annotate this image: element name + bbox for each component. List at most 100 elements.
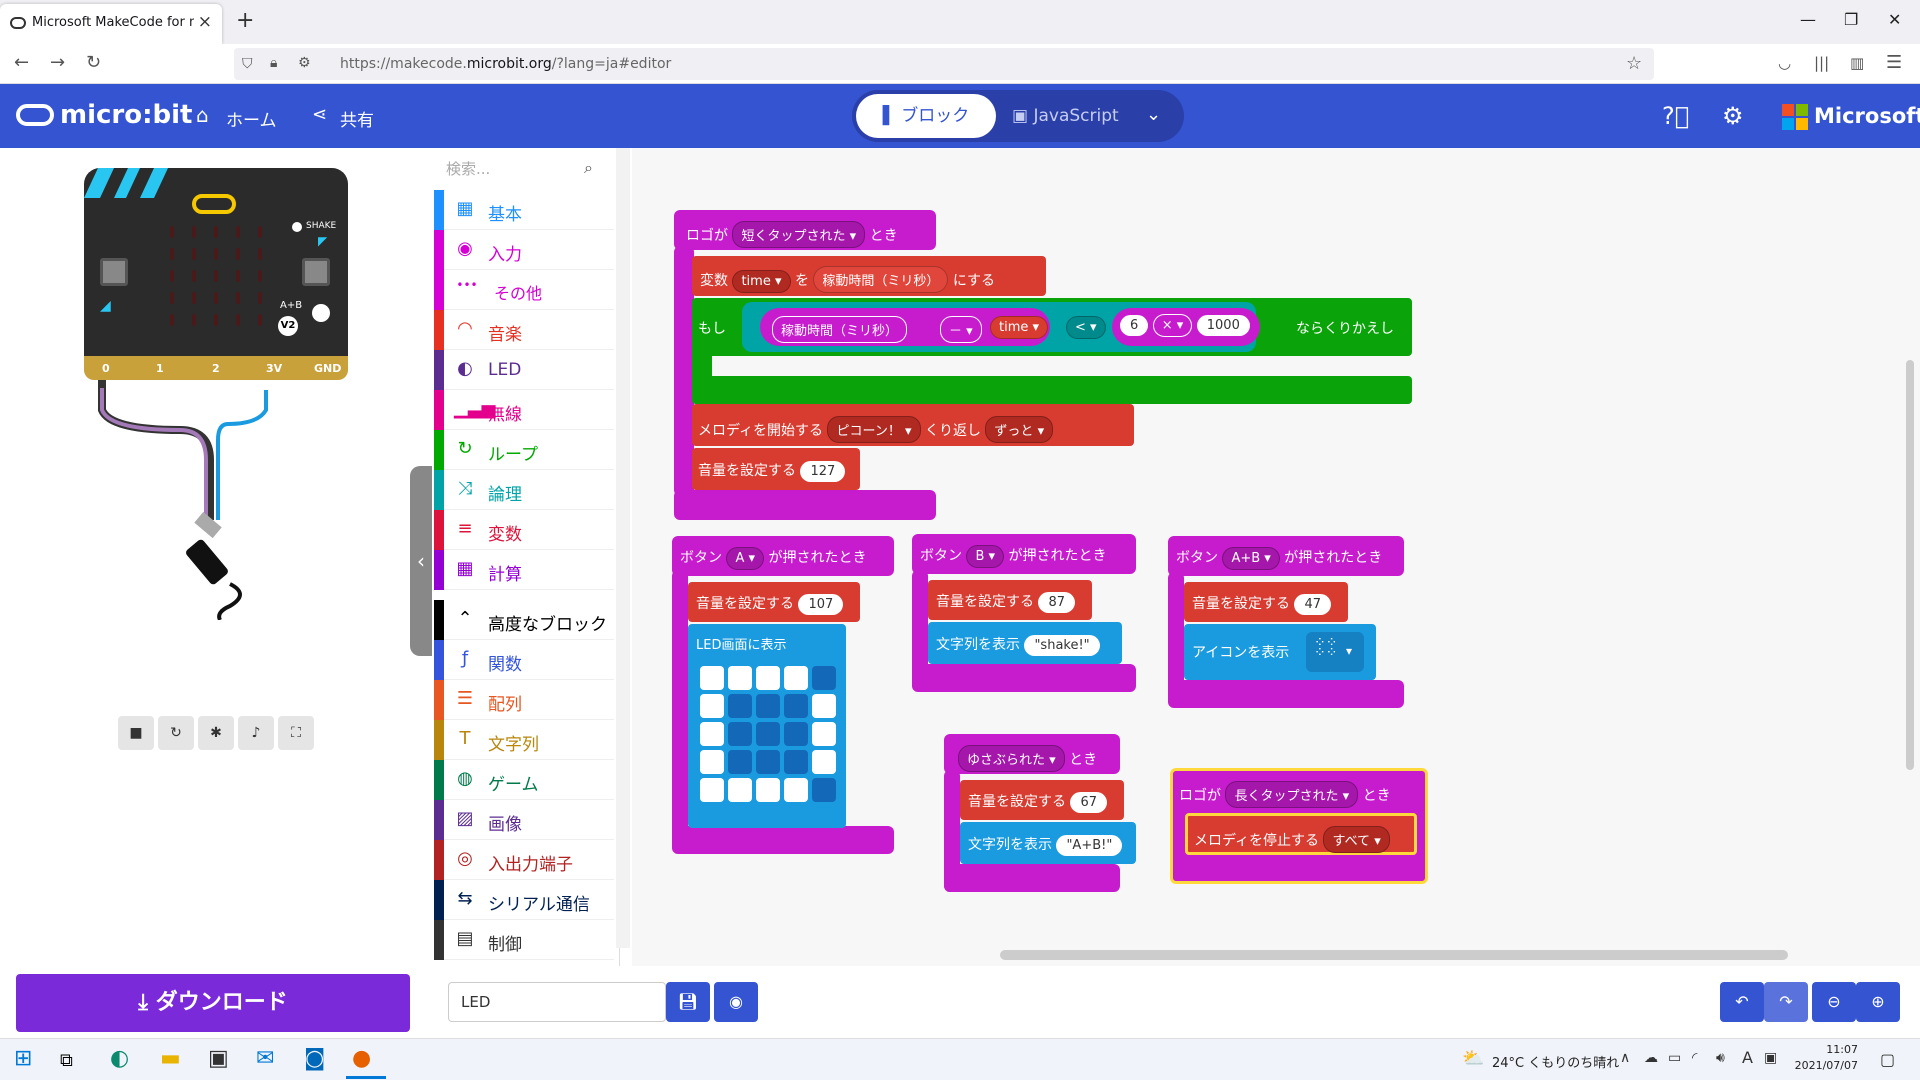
download-button[interactable]: ⤓ ダウンロード — [16, 974, 410, 1032]
led-cell[interactable] — [784, 750, 808, 774]
string-value[interactable]: "shake!" — [1024, 635, 1100, 656]
toolbox-scrollbar[interactable] — [616, 148, 630, 948]
led[interactable] — [192, 226, 196, 238]
category-10[interactable]: ⌃ 高度なブロック — [434, 600, 614, 640]
led[interactable] — [170, 270, 174, 282]
led[interactable] — [236, 226, 240, 238]
firefox-icon[interactable]: ● — [352, 1046, 371, 1071]
runtime-reporter[interactable]: 稼動時間（ミリ秒） — [813, 266, 949, 293]
workspace-vertical-scrollbar[interactable] — [1906, 360, 1914, 770]
led[interactable] — [214, 314, 218, 326]
category-6[interactable]: ↻ ループ — [434, 430, 614, 470]
new-tab-button[interactable]: + — [236, 8, 254, 33]
led[interactable] — [236, 314, 240, 326]
github-icon[interactable]: ◉ — [714, 982, 758, 1022]
button-ab-hat[interactable]: ボタン A+B ▾ が押されたとき — [1168, 536, 1404, 576]
led[interactable] — [258, 314, 262, 326]
led-cell[interactable] — [812, 750, 836, 774]
led-cell[interactable] — [784, 666, 808, 690]
led[interactable] — [214, 226, 218, 238]
zoom-out-icon[interactable]: ⊖ — [1812, 982, 1856, 1022]
set-volume-block-4[interactable]: 音量を設定する 47 — [1184, 582, 1348, 622]
button-b-hat[interactable]: ボタン B ▾ が押されたとき — [912, 534, 1136, 574]
forward-icon[interactable]: → — [50, 52, 65, 73]
volume-value[interactable]: 67 — [1070, 792, 1107, 813]
stop-dropdown[interactable]: すべて ▾ — [1323, 826, 1390, 853]
microbit-logo[interactable]: micro:bit — [16, 100, 192, 130]
permissions-icon[interactable]: ⚙ — [298, 55, 311, 71]
pin-0[interactable]: 0 — [102, 362, 110, 375]
led-cell[interactable] — [700, 750, 724, 774]
led-cell[interactable] — [756, 778, 780, 802]
led[interactable] — [236, 292, 240, 304]
back-icon[interactable]: ← — [14, 52, 29, 73]
undo-icon[interactable]: ↶ — [1720, 982, 1764, 1022]
tray-chevron-icon[interactable]: ∧ — [1620, 1050, 1630, 1066]
logo-short-tap-hat[interactable]: ロゴが 短くタップされた ▾ とき — [674, 210, 936, 250]
volume-value[interactable]: 87 — [1038, 592, 1075, 613]
debug-icon[interactable]: ✱ — [198, 716, 234, 750]
while-loop-block[interactable]: もし 稼動時間（ミリ秒） － ▾ time ▾ < ▾ 6 × ▾ 1000 な… — [692, 298, 1412, 356]
show-string-block-2[interactable]: 文字列を表示 "A+B!" — [960, 822, 1136, 864]
category-4[interactable]: ◐ LED — [434, 350, 614, 390]
help-icon[interactable]: ?⃝ — [1662, 102, 1689, 130]
reload-icon[interactable]: ↻ — [86, 52, 101, 73]
tab-close-icon[interactable]: × — [198, 12, 212, 32]
led-cell[interactable] — [728, 750, 752, 774]
category-7[interactable]: ⤨ 論理 — [434, 470, 614, 510]
windows-start-icon[interactable]: ⊞ — [14, 1046, 32, 1071]
file-explorer-icon[interactable]: ▬ — [160, 1046, 181, 1071]
led-cell[interactable] — [756, 722, 780, 746]
gesture-dropdown[interactable]: ゆさぶられた ▾ — [958, 745, 1065, 772]
show-leds-block[interactable]: LED画面に表示 — [688, 624, 846, 828]
led[interactable] — [170, 314, 174, 326]
led[interactable] — [258, 270, 262, 282]
led-cell[interactable] — [756, 666, 780, 690]
blocks-mode-button[interactable]: ▌ ブロック — [856, 94, 996, 138]
category-1[interactable]: ◉ 入力 — [434, 230, 614, 270]
category-11[interactable]: ƒ 関数 — [434, 640, 614, 680]
gear-icon[interactable]: ⚙ — [1722, 102, 1744, 130]
button-a-hat[interactable]: ボタン A ▾ が押されたとき — [672, 536, 894, 576]
close-window-icon[interactable]: ✕ — [1888, 10, 1901, 29]
icon-picker-dropdown[interactable]: ⁘⁘ ⁘⁘ ▾ — [1306, 632, 1364, 672]
led-cell[interactable] — [756, 750, 780, 774]
led-cell[interactable] — [728, 694, 752, 718]
button-ab[interactable] — [312, 304, 330, 322]
led[interactable] — [214, 248, 218, 260]
category-12[interactable]: ☰ 配列 — [434, 680, 614, 720]
network-icon[interactable]: ◜ — [1692, 1050, 1697, 1066]
task-view-icon[interactable]: ⧉ — [60, 1050, 73, 1071]
redo-icon[interactable]: ↷ — [1764, 982, 1808, 1022]
pin-3v[interactable]: 3V — [266, 362, 282, 375]
category-16[interactable]: ◎ 入出力端子 — [434, 840, 614, 880]
event-dropdown[interactable]: 短くタップされた ▾ — [732, 221, 866, 248]
category-15[interactable]: ▨ 画像 — [434, 800, 614, 840]
minus-dropdown[interactable]: － ▾ — [940, 316, 982, 343]
forever-dropdown[interactable]: ずっと ▾ — [985, 416, 1054, 443]
category-3[interactable]: ◠ 音楽 — [434, 310, 614, 350]
led[interactable] — [192, 270, 196, 282]
bookmark-star-icon[interactable]: ☆ — [1626, 53, 1642, 74]
stop-melody-block[interactable]: メロディを停止する すべて ▾ — [1185, 813, 1417, 855]
restart-icon[interactable]: ↻ — [158, 716, 194, 750]
button-dropdown[interactable]: B ▾ — [966, 545, 1005, 568]
category-0[interactable]: ▦ 基本 — [434, 190, 614, 230]
var-dropdown[interactable]: time ▾ — [732, 270, 791, 293]
category-8[interactable]: ≡ 変数 — [434, 510, 614, 550]
browser-tab[interactable]: Microsoft MakeCode for micro:bit × — [0, 4, 222, 44]
set-variable-block[interactable]: 変数 time ▾ を 稼動時間（ミリ秒） にする — [692, 256, 1046, 296]
fullscreen-icon[interactable]: ⛶ — [278, 716, 314, 750]
event-dropdown[interactable]: 長くタップされた ▾ — [1225, 781, 1359, 808]
led[interactable] — [192, 314, 196, 326]
workspace-horizontal-scrollbar[interactable] — [1000, 950, 1788, 960]
volume-value[interactable]: 127 — [800, 461, 846, 482]
led[interactable] — [170, 292, 174, 304]
led-cell[interactable] — [728, 722, 752, 746]
collapse-simulator-button[interactable]: ‹ — [410, 466, 432, 656]
search-icon[interactable]: ⌕ — [584, 158, 593, 178]
led[interactable] — [192, 248, 196, 260]
led[interactable] — [170, 248, 174, 260]
logo-long-tap-hat[interactable]: ロゴが 長くタップされた ▾ とき メロディを停止する すべて ▾ — [1170, 768, 1428, 884]
led-cell[interactable] — [728, 778, 752, 802]
